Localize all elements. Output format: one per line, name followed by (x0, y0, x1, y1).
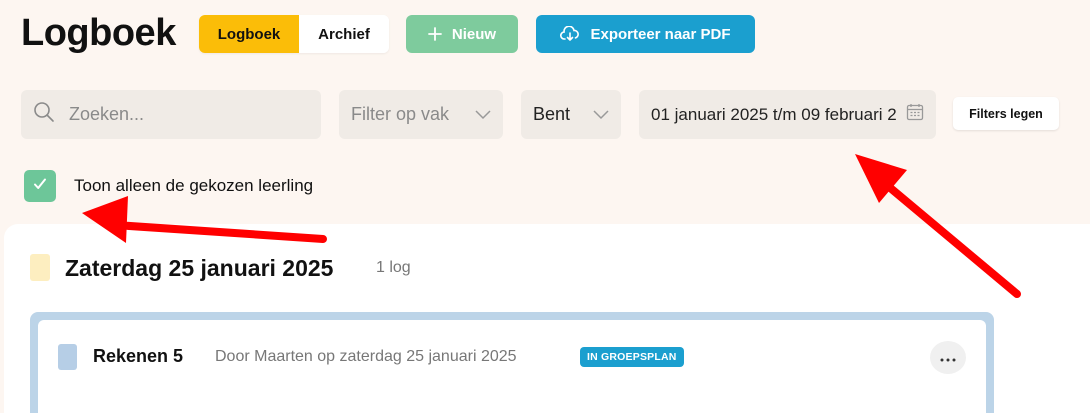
new-button-label: Nieuw (451, 25, 497, 43)
ellipsis-icon (940, 349, 956, 367)
student-filter-select[interactable]: Bent (521, 90, 621, 139)
log-meta: Door Maarten op zaterdag 25 januari 2025 (215, 348, 517, 365)
tab-logboek[interactable]: Logboek (199, 15, 299, 53)
plus-icon (428, 27, 442, 41)
subject-filter-select[interactable]: Filter op vak (339, 90, 503, 139)
view-tabs: Logboek Archief (199, 15, 389, 53)
page-title: Logboek (21, 12, 176, 54)
clear-filters-button[interactable]: Filters legen (953, 97, 1059, 130)
date-range-value: 01 januari 2025 t/m 09 februari 2025 (651, 104, 896, 124)
export-pdf-label: Exporteer naar PDF (590, 25, 731, 43)
search-icon (33, 101, 55, 128)
day-log-count: 1 log (376, 259, 411, 276)
student-filter-value: Bent (533, 104, 571, 124)
check-icon (33, 177, 47, 196)
tab-archief[interactable]: Archief (299, 15, 389, 53)
day-title: Zaterdag 25 januari 2025 (65, 255, 334, 281)
calendar-icon (906, 103, 924, 126)
only-selected-student-checkbox[interactable] (24, 170, 56, 202)
only-selected-student-label: Toon alleen de gekozen leerling (74, 176, 314, 195)
log-subject: Rekenen 5 (93, 346, 184, 366)
subject-filter-value: Filter op vak (351, 104, 450, 124)
search-placeholder: Zoeken... (69, 104, 145, 124)
status-badge: IN GROEPSPLAN (580, 347, 684, 367)
cloud-download-icon (560, 26, 580, 42)
more-options-button[interactable] (930, 341, 966, 374)
search-input[interactable]: Zoeken... (21, 90, 321, 139)
chevron-down-icon (475, 104, 491, 125)
export-pdf-button[interactable]: Exporteer naar PDF (536, 15, 755, 53)
day-color-marker (30, 254, 50, 281)
new-button[interactable]: Nieuw (406, 15, 518, 53)
subject-color-marker (58, 344, 77, 370)
chevron-down-icon (593, 104, 609, 125)
date-range-input[interactable]: 01 januari 2025 t/m 09 februari 2025 (639, 90, 936, 139)
